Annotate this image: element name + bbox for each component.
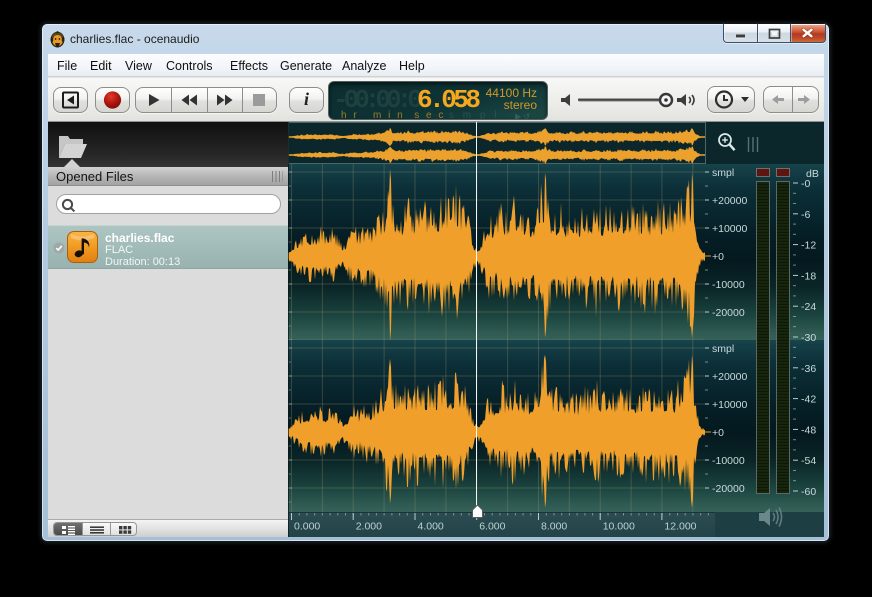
svg-text:-12: -12 [801,240,816,252]
svg-text:-18: -18 [801,270,816,282]
svg-text:-30: -30 [801,332,816,344]
svg-text:+10000: +10000 [712,223,747,235]
svg-text:10.000: 10.000 [603,521,635,533]
svg-text:2.000: 2.000 [356,521,382,533]
svg-text:smpl: smpl [712,167,734,179]
svg-text:-0: -0 [801,178,810,190]
svg-text:-10000: -10000 [712,455,745,467]
svg-text:+20000: +20000 [712,195,747,207]
svg-text:+0: +0 [712,427,724,439]
svg-text:-24: -24 [801,301,816,313]
svg-text:-20000: -20000 [712,483,745,495]
svg-text:+10000: +10000 [712,399,747,411]
svg-text:-54: -54 [801,455,816,467]
svg-text:-42: -42 [801,394,816,406]
svg-text:8.000: 8.000 [541,521,567,533]
svg-text:12.000: 12.000 [664,521,696,533]
svg-text:-36: -36 [801,363,816,375]
svg-text:0.000: 0.000 [294,521,320,533]
svg-text:+0: +0 [712,251,724,263]
svg-text:4.000: 4.000 [418,521,444,533]
svg-text:-6: -6 [801,209,810,221]
svg-text:-48: -48 [801,424,816,436]
svg-text:+20000: +20000 [712,371,747,383]
svg-text:-10000: -10000 [712,279,745,291]
svg-text:-20000: -20000 [712,307,745,319]
svg-text:6.000: 6.000 [479,521,505,533]
svg-text:-60: -60 [801,486,816,498]
svg-text:smpl: smpl [712,343,734,355]
